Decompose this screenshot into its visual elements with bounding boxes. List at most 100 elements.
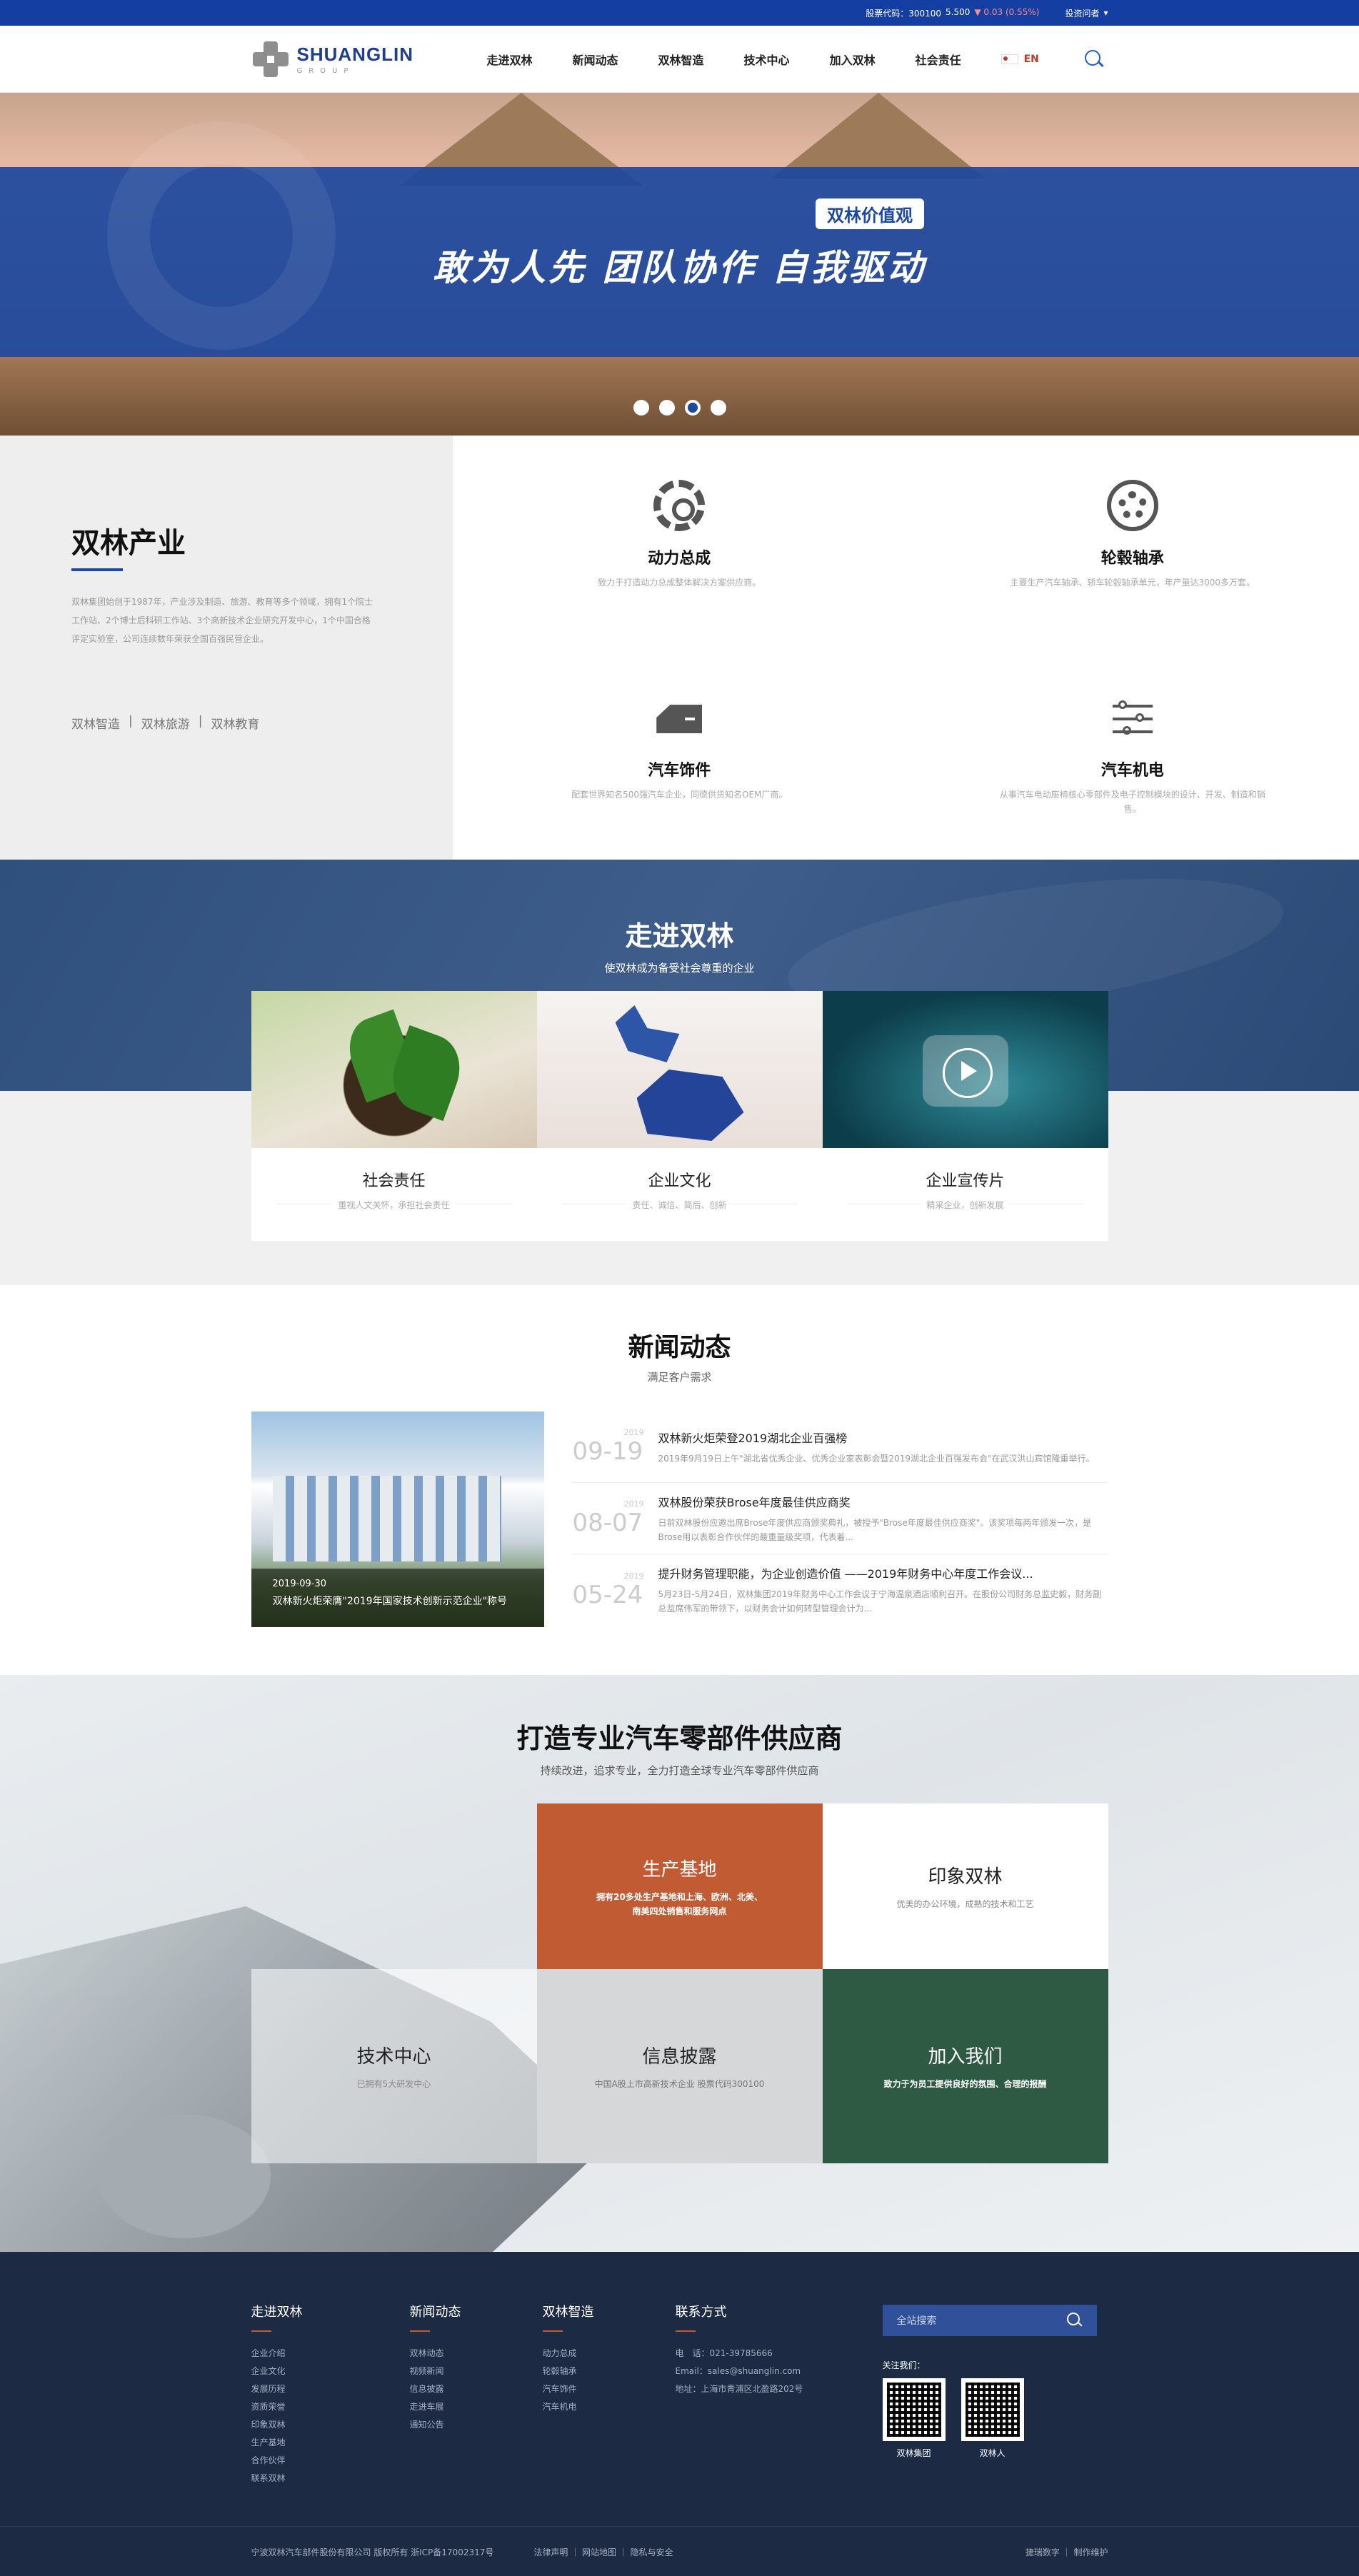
footer-contact: 联系方式 电 话：021-39785666 Email：sales@shuang… xyxy=(676,2302,883,2487)
sliders-icon xyxy=(1107,692,1158,743)
culture-image xyxy=(537,991,823,1148)
footer-link[interactable]: 通知公告 xyxy=(410,2416,543,2434)
tile-join-us[interactable]: 加入我们 致力于为员工提供良好的氛围、合理的报酬 xyxy=(823,1969,1108,2163)
section-subtitle: 持续改进，追求专业，全力打造全球专业汽车零部件供应商 xyxy=(0,1763,1359,1778)
logo[interactable]: SHUANGLIN GROUP xyxy=(251,40,487,79)
language-switch[interactable]: EN xyxy=(1001,54,1039,65)
footer-link[interactable]: 企业介绍 xyxy=(251,2345,410,2363)
footer-link[interactable]: 双林动态 xyxy=(410,2345,543,2363)
tile-disclosure[interactable]: 信息披露 中国A股上市高新技术企业 股票代码300100 xyxy=(537,1969,823,2163)
stock-change: ▼ 0.03 (0.55%) xyxy=(974,7,1039,19)
follow-label: 关注我们： xyxy=(883,2359,1097,2371)
gear-watermark-icon xyxy=(107,121,336,350)
qr-code: 双林集团 xyxy=(883,2378,946,2459)
footer-col: 新闻动态 双林动态 视频新闻 信息披露 走进车展 通知公告 xyxy=(410,2302,543,2487)
about-card[interactable]: 企业宣传片 精采企业，创新发展 xyxy=(823,991,1108,1241)
plant-image xyxy=(251,991,537,1148)
footer-col: 走进双林 企业介绍 企业文化 发展历程 资质荣誉 印象双林 生产基地 合作伙伴 … xyxy=(251,2302,410,2487)
news-item[interactable]: 201908-07 双林股份荣获Brose年度最佳供应商奖日前双林股份应邀出席B… xyxy=(573,1483,1108,1554)
bearing-icon xyxy=(1107,480,1158,531)
industry-desc: 双林集团始创于1987年，产业涉及制造、旅游、教育等多个领域，拥有1个院士工作站… xyxy=(71,593,378,648)
industry-link-tourism[interactable]: 双林旅游 xyxy=(141,714,190,732)
section-title: 打造专业汽车零部件供应商 xyxy=(0,1716,1359,1756)
site-footer: 走进双林 企业介绍 企业文化 发展历程 资质荣誉 印象双林 生产基地 合作伙伴 … xyxy=(0,2252,1359,2576)
section-title: 新闻动态 xyxy=(0,1327,1359,1364)
gear-icon xyxy=(653,480,705,531)
industry-item[interactable]: 轮毂轴承 主要生产汽车轴承、轿车轮毂轴承单元，年产量达3000多万套。 xyxy=(906,436,1359,648)
industry-links: 双林智造| 双林旅游| 双林教育 xyxy=(71,714,453,732)
section-title: 双林产业 xyxy=(71,520,453,561)
tile-impression[interactable]: 印象双林 优美的办公环境，成熟的技术和工艺 xyxy=(823,1803,1108,1969)
footer-link[interactable]: 发展历程 xyxy=(251,2380,410,2398)
stock-ticker: 股票代码：300100 5.500 ▼ 0.03 (0.55%) xyxy=(866,7,1039,19)
footer-link[interactable]: 视频新闻 xyxy=(410,2363,543,2380)
footer-link[interactable]: 合作伙伴 xyxy=(251,2452,410,2470)
footer-link[interactable]: 印象双林 xyxy=(251,2416,410,2434)
tile-production-base[interactable]: 生产基地 拥有20多处生产基地和上海、欧洲、北美、南美四处销售和服务网点 xyxy=(537,1803,823,1969)
industry-link-education[interactable]: 双林教育 xyxy=(211,714,259,732)
carousel-dots xyxy=(0,400,1359,416)
nav-item-manufacturing[interactable]: 双林智造 xyxy=(658,51,704,68)
carousel-dot[interactable] xyxy=(711,400,726,416)
nav-item-tech[interactable]: 技术中心 xyxy=(744,51,790,68)
industry-item[interactable]: 动力总成 致力于打造动力总成整体解决方案供应商。 xyxy=(453,436,906,648)
footer-link[interactable]: 联系双林 xyxy=(251,2470,410,2487)
nav-item-csr[interactable]: 社会责任 xyxy=(916,51,961,68)
section-subtitle: 满足客户需求 xyxy=(0,1369,1359,1384)
news-item[interactable]: 201909-19 双林新火炬荣登2019湖北企业百强榜2019年9月19日上午… xyxy=(573,1412,1108,1483)
footer-link[interactable]: 企业文化 xyxy=(251,2363,410,2380)
nav-item-news[interactable]: 新闻动态 xyxy=(573,51,618,68)
banner-tag: 双林价值观 xyxy=(816,198,924,229)
investor-link[interactable]: 投资问者 ▾ xyxy=(1065,7,1108,19)
play-icon[interactable] xyxy=(923,1035,1008,1107)
building-image xyxy=(273,1476,501,1561)
flag-icon xyxy=(1001,54,1018,64)
footer-link[interactable]: 信息披露 xyxy=(410,2380,543,2398)
news-item[interactable]: 201905-24 提升财务管理职能，为企业创造价值 ——2019年财务中心年度… xyxy=(573,1554,1108,1626)
footer-link[interactable]: 资质荣誉 xyxy=(251,2398,410,2416)
supplier-section: 打造专业汽车零部件供应商 持续改进，追求专业，全力打造全球专业汽车零部件供应商 … xyxy=(0,1675,1359,2252)
news-feature-caption: 双林新火炬荣膺"2019年国家技术创新示范企业"称号 xyxy=(273,1594,523,1608)
stock-code: 股票代码：300100 xyxy=(866,7,941,19)
footer-right: 全站搜索 关注我们： 双林集团 双林人 xyxy=(883,2302,1097,2487)
search-icon[interactable] xyxy=(1067,2313,1083,2328)
section-subtitle: 使双林成为备受社会尊重的企业 xyxy=(0,960,1359,975)
news-list: 201909-19 双林新火炬荣登2019湖北企业百强榜2019年9月19日上午… xyxy=(544,1412,1108,1627)
site-header: SHUANGLIN GROUP 走进双林 新闻动态 双林智造 技术中心 加入双林… xyxy=(0,26,1359,93)
footer-link[interactable]: 生产基地 xyxy=(251,2434,410,2452)
footer-search-input[interactable]: 全站搜索 xyxy=(883,2305,1097,2336)
logo-icon xyxy=(251,40,290,79)
about-card[interactable]: 企业文化 责任、诚信、简后、创新 xyxy=(537,991,823,1241)
footer-link[interactable]: 汽车机电 xyxy=(543,2398,676,2416)
industry-link-manufacturing[interactable]: 双林智造 xyxy=(71,714,120,732)
news-feature[interactable]: 2019-09-30 双林新火炬荣膺"2019年国家技术创新示范企业"称号 xyxy=(251,1412,544,1627)
chevron-down-icon: ▾ xyxy=(1103,8,1108,18)
footer-legal-links[interactable]: 法律声明 ｜ 网站地图 ｜ 隐私与安全 xyxy=(533,2546,673,2558)
footer-link[interactable]: 汽车饰件 xyxy=(543,2380,676,2398)
contact-phone: 电 话：021-39785666 xyxy=(676,2345,883,2363)
hero-banner: 双林价值观 敢为人先 团队协作 自我驱动 xyxy=(0,93,1359,436)
news-feature-date: 2019-09-30 xyxy=(273,1579,523,1589)
search-icon[interactable] xyxy=(1083,49,1105,70)
site-credit[interactable]: 捷瑞数字 ｜ 制作维护 xyxy=(1025,2546,1108,2558)
tile-tech-center[interactable]: 技术中心 已拥有5大研发中心 xyxy=(251,1969,537,2163)
industry-item[interactable]: 汽车机电 从事汽车电动座椅核心零部件及电子控制模块的设计、开发、制造和销售。 xyxy=(906,648,1359,860)
news-section: 新闻动态 满足客户需求 2019-09-30 双林新火炬荣膺"2019年国家技术… xyxy=(0,1285,1359,1675)
footer-link[interactable]: 动力总成 xyxy=(543,2345,676,2363)
carousel-dot[interactable] xyxy=(633,400,649,416)
footer-link[interactable]: 走进车展 xyxy=(410,2398,543,2416)
carousel-dot[interactable] xyxy=(659,400,675,416)
contact-address: 地址：上海市青浦区北盈路202号 xyxy=(676,2380,883,2398)
contact-email[interactable]: Email：sales@shuanglin.com xyxy=(676,2363,883,2380)
nav-item-join[interactable]: 加入双林 xyxy=(830,51,876,68)
industry-section: 双林产业 双林集团始创于1987年，产业涉及制造、旅游、教育等多个领域，拥有1个… xyxy=(0,436,1359,860)
nav-item-about[interactable]: 走进双林 xyxy=(487,51,533,68)
logo-name: SHUANGLIN xyxy=(297,44,414,66)
industry-item[interactable]: 汽车饰件 配套世界知名500强汽车企业，同德供货知名OEM厂商。 xyxy=(453,648,906,860)
about-card[interactable]: 社会责任 重视人文关怀，承担社会责任 xyxy=(251,991,537,1241)
footer-link[interactable]: 轮毂轴承 xyxy=(543,2363,676,2380)
video-image xyxy=(823,991,1108,1148)
carousel-dot-active[interactable] xyxy=(685,400,701,416)
main-nav: 走进双林 新闻动态 双林智造 技术中心 加入双林 社会责任 xyxy=(487,51,961,68)
about-section: 走进双林 使双林成为备受社会尊重的企业 社会责任 重视人文关怀，承担社会责任 企… xyxy=(0,860,1359,1285)
